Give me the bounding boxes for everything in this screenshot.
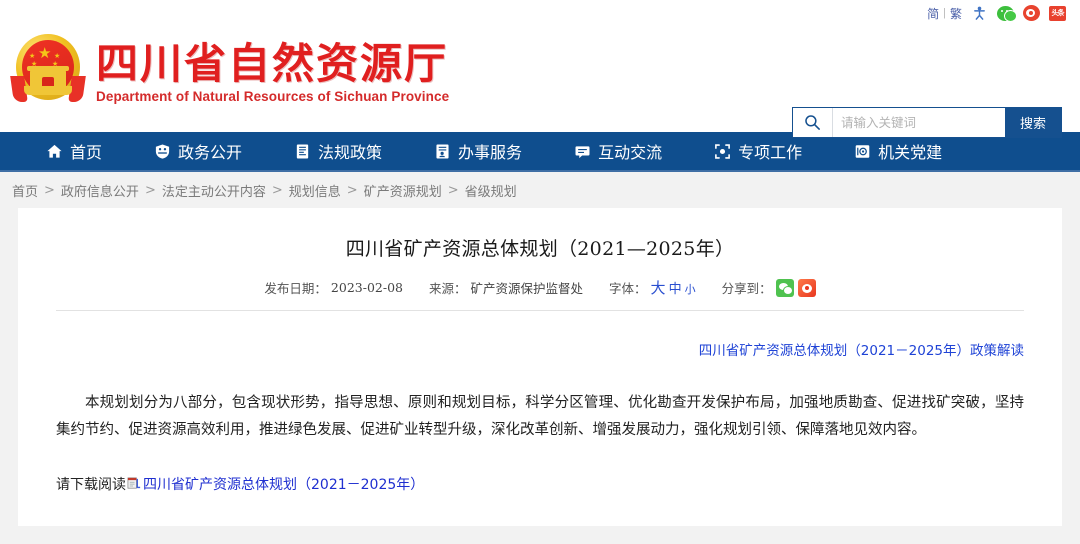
focus-target-icon [714,143,731,160]
language-traditional-link[interactable]: 繁 [950,5,962,22]
breadcrumb: 首页 > 政府信息公开 > 法定主动公开内容 > 规划信息 > 矿产资源规划 >… [0,172,1080,208]
breadcrumb-separator: > [44,182,55,198]
nav-item-home[interactable]: 首页 [46,139,102,163]
document-icon [294,143,311,160]
toutiao-label: 头条 [1049,5,1066,21]
main-navigation: 首页 政务公开 法规政策 办事服务 互动交流 专项工作 机关党建 [0,132,1080,172]
chat-bubble-icon [574,143,591,160]
nav-label-services: 办事服务 [458,143,523,162]
share-group: 分享到： [722,278,816,297]
nav-item-laws-policies[interactable]: 法规政策 [294,139,382,163]
publish-date: 发布日期： 2023-02-08 [264,278,403,297]
breadcrumb-item-0[interactable]: 首页 [12,181,38,200]
download-prefix: 请下载阅读 [56,476,126,493]
search-bar: 搜索 [792,107,1062,138]
language-switcher: 简 | 繁 [927,5,962,22]
nav-label-laws-policies: 法规政策 [318,143,383,162]
search-input[interactable] [833,108,1005,137]
nav-label-government-affairs: 政务公开 [178,143,243,162]
weibo-share-icon[interactable] [797,278,816,297]
download-row: 请下载阅读 四川省矿产资源总体规划（2021－2025年） [56,474,1024,494]
language-simplified-link[interactable]: 简 [927,5,939,22]
top-utility-bar: 简 | 繁 头条 [0,0,1080,22]
site-title-cn: 四川省自然资源厅 [96,39,449,88]
nav-item-government-affairs[interactable]: 政务公开 [154,139,242,163]
service-form-icon [434,143,451,160]
nav-label-home: 首页 [70,143,103,162]
search-icon[interactable] [793,108,833,137]
accessibility-icon[interactable] [971,5,988,22]
nav-item-interaction[interactable]: 互动交流 [574,139,662,163]
site-header: ★ ★ ★ ★ ★ 四川省自然资源厅 Department of Natural… [0,22,1080,138]
nav-item-party-building[interactable]: 机关党建 [854,139,942,163]
weibo-icon[interactable] [1023,5,1040,22]
home-icon [46,143,63,160]
policy-interpretation-link[interactable]: 四川省矿产资源总体规划（2021－2025年）政策解读 [699,343,1024,359]
breadcrumb-item-2[interactable]: 法定主动公开内容 [162,181,266,200]
article-source: 来源： 矿产资源保护监督处 [429,278,583,297]
share-label: 分享到： [721,281,772,296]
source-value: 矿产资源保护监督处 [470,281,584,296]
breadcrumb-item-5[interactable]: 省级规划 [465,181,517,200]
attachment-file-icon [127,476,142,491]
breadcrumb-separator: > [144,182,156,198]
shield-icon [154,143,171,160]
breadcrumb-separator: > [346,182,358,198]
nav-item-services[interactable]: 办事服务 [434,139,522,163]
breadcrumb-item-1[interactable]: 政府信息公开 [61,181,139,200]
nav-label-special-work: 专项工作 [738,143,803,162]
article-body: 本规划划分为八部分，包含现状形势，指导思想、原则和规划目标，科学分区管理、优化勘… [56,395,1024,438]
party-badge-icon [854,143,871,160]
wechat-share-icon[interactable] [775,278,794,297]
breadcrumb-item-4[interactable]: 矿产资源规划 [364,181,442,200]
wechat-icon[interactable] [997,5,1017,22]
source-label: 来源： [429,281,467,296]
page-title: 四川省矿产资源总体规划（2021—2025年） [345,238,735,260]
breadcrumb-item-3[interactable]: 规划信息 [289,181,341,200]
publish-date-value: 2023-02-08 [330,280,403,295]
font-size-label: 字体： [609,281,647,296]
interpretation-row: 四川省矿产资源总体规划（2021－2025年）政策解读 [56,339,1024,360]
national-emblem-icon: ★ ★ ★ ★ ★ [10,30,86,114]
meta-divider [56,310,1024,311]
search-button[interactable]: 搜索 [1005,108,1061,137]
font-size-selector: 字体： 大 中 小 [609,277,696,298]
nav-label-interaction: 互动交流 [598,143,663,162]
article-card: 四川省矿产资源总体规划（2021—2025年） 发布日期： 2023-02-08… [18,208,1062,526]
article-meta: 发布日期： 2023-02-08 来源： 矿产资源保护监督处 字体： 大 中 小… [56,277,1024,298]
download-link[interactable]: 四川省矿产资源总体规划（2021－2025年） [143,474,424,494]
publish-date-label: 发布日期： [264,281,327,296]
breadcrumb-separator: > [271,182,283,198]
nav-label-party-building: 机关党建 [878,143,943,162]
toutiao-icon[interactable]: 头条 [1049,5,1066,22]
font-size-medium-button[interactable]: 中 [669,278,682,297]
nav-item-special-work[interactable]: 专项工作 [714,139,802,163]
site-brand[interactable]: ★ ★ ★ ★ ★ 四川省自然资源厅 Department of Natural… [10,30,449,114]
site-title-en: Department of Natural Resources of Sichu… [96,89,450,105]
font-size-small-button[interactable]: 小 [685,281,696,297]
language-separator: | [943,7,946,19]
breadcrumb-separator: > [447,182,459,198]
font-size-large-button[interactable]: 大 [651,277,666,298]
